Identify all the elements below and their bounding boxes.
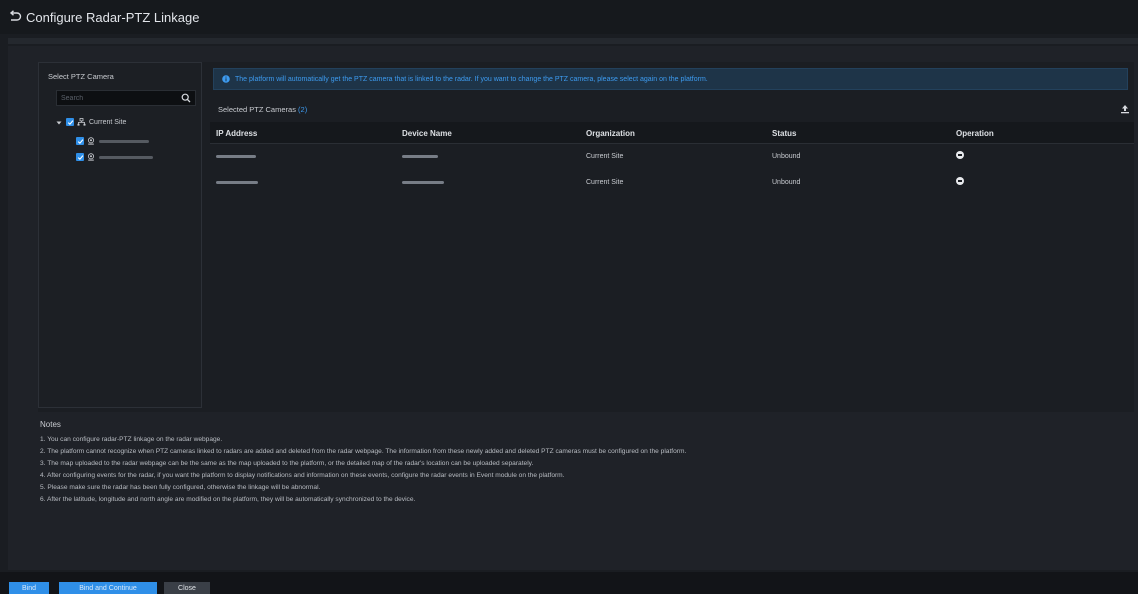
site-checkbox[interactable] bbox=[66, 118, 74, 126]
column-header-operation: Operation bbox=[956, 129, 994, 138]
selected-count: (2) bbox=[298, 105, 308, 114]
note-line: 5. Please make sure the radar has been f… bbox=[40, 484, 321, 491]
info-text: The platform will automatically get the … bbox=[235, 75, 708, 83]
camera-checkbox[interactable] bbox=[76, 137, 84, 145]
chevron-down-icon[interactable] bbox=[56, 119, 62, 125]
info-icon bbox=[222, 75, 230, 83]
page-title: Configure Radar-PTZ Linkage bbox=[26, 9, 200, 25]
close-button[interactable]: Close bbox=[164, 582, 210, 594]
camera-icon bbox=[87, 153, 95, 161]
table-row[interactable]: Current Site Unbound bbox=[210, 170, 1134, 196]
ip-address-cell bbox=[216, 179, 258, 186]
export-icon[interactable] bbox=[1120, 104, 1130, 114]
note-line: 6. After the latitude, longitude and nor… bbox=[40, 496, 416, 503]
redacted-camera-name bbox=[99, 139, 149, 143]
remove-icon[interactable] bbox=[956, 177, 964, 185]
note-line: 4. After configuring events for the rada… bbox=[40, 472, 565, 479]
header-strip bbox=[8, 38, 1138, 44]
column-header-device-name: Device Name bbox=[402, 129, 452, 138]
column-header-status: Status bbox=[772, 129, 797, 138]
camera-select-pane: Select PTZ Camera Current Site bbox=[38, 62, 202, 408]
search-box[interactable] bbox=[56, 90, 196, 106]
status-cell: Unbound bbox=[772, 179, 801, 186]
organization-cell: Current Site bbox=[586, 153, 624, 160]
column-header-organization: Organization bbox=[586, 129, 635, 138]
search-input[interactable] bbox=[61, 93, 171, 103]
note-line: 2. The platform cannot recognize when PT… bbox=[40, 448, 687, 455]
camera-checkbox[interactable] bbox=[76, 153, 84, 161]
ptz-camera-table: IP Address Device Name Organization Stat… bbox=[210, 122, 1134, 196]
status-cell: Unbound bbox=[772, 153, 801, 160]
tree-label-site: Current Site bbox=[89, 118, 127, 126]
site-icon bbox=[77, 118, 86, 126]
table-header: IP Address Device Name Organization Stat… bbox=[210, 122, 1134, 144]
main-panel bbox=[38, 62, 1134, 412]
title-bar: Configure Radar-PTZ Linkage bbox=[0, 0, 1138, 34]
tree-node-current-site[interactable]: Current Site bbox=[56, 117, 126, 127]
bind-and-continue-button[interactable]: Bind and Continue bbox=[59, 582, 157, 594]
tree-node-camera[interactable] bbox=[76, 136, 149, 146]
back-arrow-icon[interactable] bbox=[8, 10, 22, 24]
info-banner: The platform will automatically get the … bbox=[213, 68, 1128, 90]
column-header-ip: IP Address bbox=[216, 129, 258, 138]
selected-label: Selected PTZ Cameras bbox=[218, 105, 296, 114]
table-row[interactable]: Current Site Unbound bbox=[210, 144, 1134, 170]
organization-cell: Current Site bbox=[586, 179, 624, 186]
note-line: 3. The map uploaded to the radar webpage… bbox=[40, 460, 534, 467]
ip-address-cell bbox=[216, 153, 256, 160]
tree-node-camera[interactable] bbox=[76, 152, 153, 162]
notes-title: Notes bbox=[40, 420, 61, 429]
note-line: 1. You can configure radar-PTZ linkage o… bbox=[40, 436, 223, 443]
selected-cameras-title: Selected PTZ Cameras (2) bbox=[218, 105, 307, 114]
bind-button[interactable]: Bind bbox=[9, 582, 49, 594]
device-name-cell bbox=[402, 179, 444, 186]
camera-icon bbox=[87, 137, 95, 145]
remove-icon[interactable] bbox=[956, 151, 964, 159]
search-icon[interactable] bbox=[181, 93, 191, 103]
pane-title: Select PTZ Camera bbox=[48, 72, 114, 81]
notes-section: Notes 1. You can configure radar-PTZ lin… bbox=[40, 420, 686, 506]
device-name-cell bbox=[402, 153, 438, 160]
redacted-camera-name bbox=[99, 155, 153, 159]
